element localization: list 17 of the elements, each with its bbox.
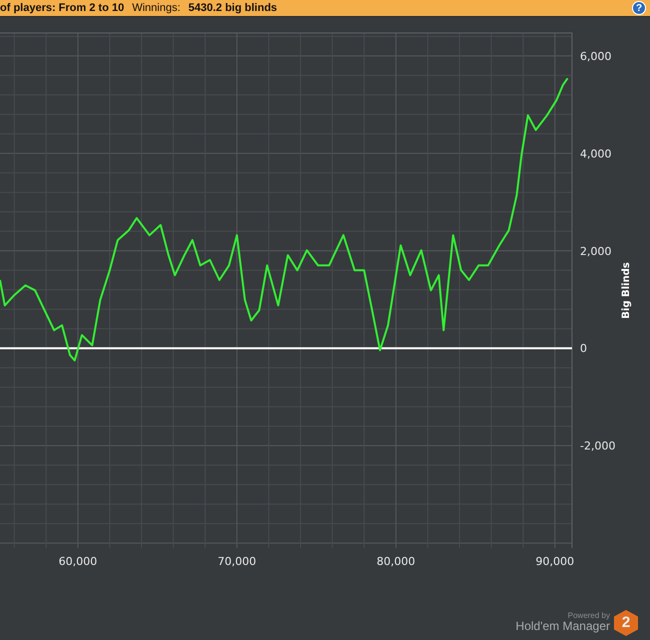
x-tick-label: 60,000 bbox=[58, 555, 98, 568]
product-name: Hold'em Manager bbox=[516, 620, 610, 634]
y-tick-label: 2,000 bbox=[580, 244, 612, 258]
y-tick-label: 0 bbox=[580, 342, 587, 356]
powered-by-text: Powered by bbox=[566, 612, 610, 620]
y-tick-label: -2,000 bbox=[580, 440, 616, 453]
x-tick-label: 80,000 bbox=[376, 555, 416, 568]
players-filter-text: of players: From 2 to 10 bbox=[0, 0, 124, 16]
y-tick-label: 6,000 bbox=[580, 50, 612, 63]
x-tick-label: 70,000 bbox=[218, 555, 256, 568]
winnings-label: Winnings: bbox=[132, 0, 180, 16]
help-button[interactable]: ? bbox=[632, 1, 646, 15]
logo-badge: 2 bbox=[614, 610, 638, 636]
x-tick-label: 90,000 bbox=[536, 555, 574, 568]
winnings-value: 5430.2 big blinds bbox=[188, 0, 278, 16]
y-tick-label: 4,000 bbox=[580, 147, 612, 160]
y-axis-title: Big Blinds bbox=[621, 262, 632, 319]
